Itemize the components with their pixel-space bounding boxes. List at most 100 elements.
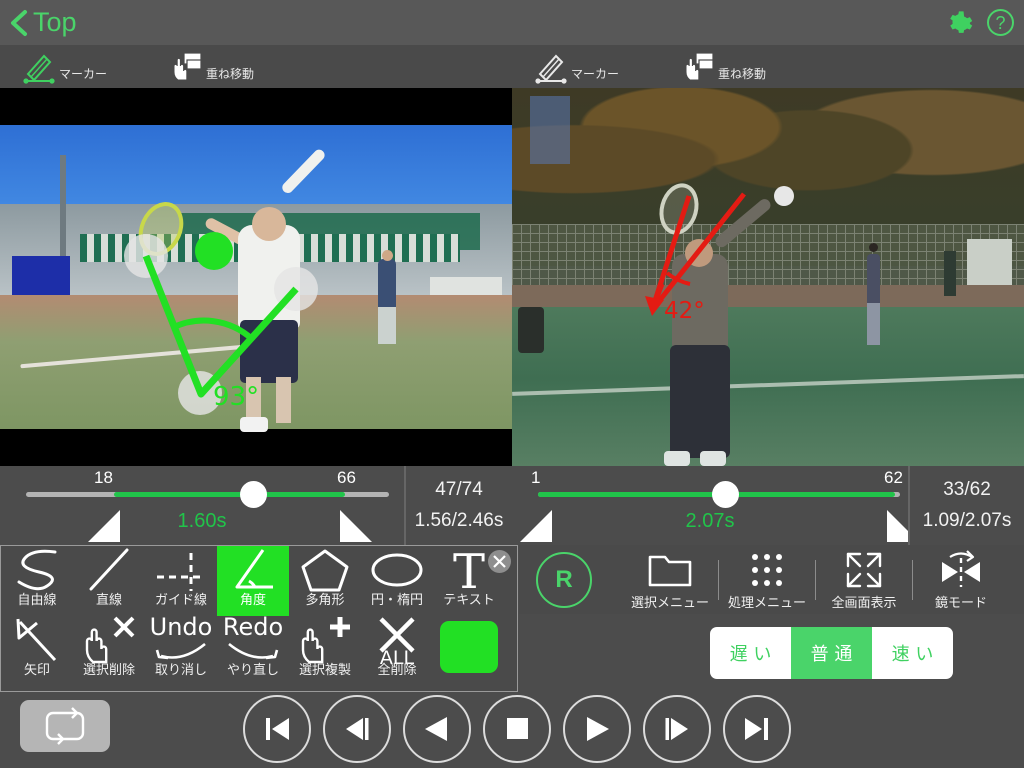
drawing-tool-palette: 自由線 直線 ガイド線 角度 多角形 円・楕円 T テキスト 矢印 選択削除 U… bbox=[0, 545, 518, 692]
speed-slow-button[interactable]: 遅 い bbox=[710, 627, 791, 679]
stop-icon bbox=[507, 718, 528, 739]
tool-freehand-line[interactable]: 自由線 bbox=[1, 546, 73, 616]
freehand-line-icon bbox=[17, 549, 57, 591]
side-indicator-badge[interactable]: R bbox=[536, 551, 592, 608]
left-mark-in-label: 18 bbox=[94, 468, 113, 487]
rewind-button[interactable] bbox=[403, 695, 471, 763]
tool-text-label: テキスト bbox=[443, 593, 495, 608]
tool-redo[interactable]: Redo やり直し bbox=[217, 614, 289, 686]
fullscreen-button[interactable]: 全画面表示 bbox=[816, 545, 912, 614]
straight-line-icon bbox=[89, 548, 129, 591]
guide-line-icon bbox=[157, 553, 205, 591]
tool-delete-selection-label: 選択削除 bbox=[82, 663, 135, 678]
back-to-top-button[interactable]: Top bbox=[8, 8, 77, 38]
process-menu-label: 処理メニュー bbox=[727, 595, 806, 611]
step-forward-button[interactable] bbox=[643, 695, 711, 763]
text-icon: T bbox=[453, 547, 485, 593]
chevron-left-icon bbox=[11, 9, 27, 36]
left-current-time: 1.60s bbox=[177, 510, 227, 532]
right-current-time: 2.07s bbox=[685, 510, 735, 532]
right-video-panel[interactable]: 42° bbox=[512, 88, 1024, 466]
skip-to-start-button[interactable] bbox=[243, 695, 311, 763]
left-mark-out-label: 66 bbox=[337, 468, 356, 487]
left-overlay-move-label: 重ね移動 bbox=[206, 66, 255, 81]
left-time-readout-box: 47/74 1.56/2.46s bbox=[404, 466, 512, 545]
tool-undo[interactable]: Undo 取り消し bbox=[145, 614, 217, 686]
navbar-right-group: ? bbox=[945, 0, 1014, 45]
play-button[interactable] bbox=[563, 695, 631, 763]
tool-arrow-label: 矢印 bbox=[23, 663, 50, 678]
step-back-button[interactable] bbox=[323, 695, 391, 763]
close-icon bbox=[493, 555, 506, 568]
left-seek-knob[interactable] bbox=[240, 481, 267, 508]
tool-undo-label: 取り消し bbox=[154, 663, 207, 678]
right-mark-out-label: 62 bbox=[884, 468, 903, 487]
delete-selection-icon bbox=[85, 616, 135, 664]
skip-to-end-button[interactable] bbox=[723, 695, 791, 763]
rewind-icon bbox=[425, 717, 447, 741]
left-seek-area: 18 66 1.60s bbox=[0, 466, 404, 545]
left-overlay-move-tool[interactable]: 重ね移動 bbox=[169, 50, 254, 84]
right-time-counter: 1.09/2.07s bbox=[922, 510, 1012, 531]
palette-close-button[interactable] bbox=[488, 550, 511, 573]
tool-straight-line[interactable]: 直線 bbox=[73, 546, 145, 616]
hand-drag-layers-icon bbox=[173, 51, 202, 80]
help-button[interactable]: ? bbox=[987, 9, 1014, 36]
transport-buttons bbox=[243, 695, 791, 763]
select-menu-label: 選択メニュー bbox=[630, 595, 709, 611]
select-menu-button[interactable]: 選択メニュー bbox=[622, 545, 718, 614]
tool-duplicate-selection[interactable]: 選択複製 bbox=[289, 616, 361, 686]
left-seek-fill bbox=[114, 492, 345, 497]
loop-icon bbox=[45, 707, 85, 745]
left-video-panel[interactable]: 93° bbox=[0, 88, 512, 466]
skip-end-icon bbox=[745, 718, 768, 740]
hand-drag-layers-icon bbox=[685, 51, 714, 80]
angle-icon bbox=[235, 549, 273, 589]
undo-icon: Undo bbox=[150, 614, 213, 660]
right-seek-row: 1 62 2.07s 33/62 1.09/2.07s bbox=[512, 466, 1024, 545]
left-marker-tool[interactable]: マーカー bbox=[22, 50, 107, 84]
mirror-mode-button[interactable]: 鏡モード bbox=[913, 545, 1009, 614]
speed-normal-button[interactable]: 普 通 bbox=[791, 627, 872, 679]
palette-row-1: 自由線 直線 ガイド線 角度 多角形 円・楕円 T テキスト bbox=[1, 546, 517, 616]
loop-button[interactable] bbox=[20, 700, 110, 752]
duplicate-selection-icon bbox=[301, 617, 350, 664]
left-time-counter: 1.56/2.46s bbox=[414, 510, 504, 531]
tool-ellipse-label: 円・楕円 bbox=[370, 593, 423, 608]
tool-delete-all[interactable]: ALL 全削除 bbox=[361, 616, 433, 686]
delete-all-icon: ALL bbox=[379, 617, 415, 666]
skip-start-icon bbox=[266, 718, 289, 740]
marker-pen-icon bbox=[535, 54, 567, 84]
tool-redo-label: やり直し bbox=[226, 663, 279, 678]
tool-straight-line-label: 直線 bbox=[95, 593, 122, 608]
tool-polygon[interactable]: 多角形 bbox=[289, 546, 361, 616]
right-overlay-move-tool[interactable]: 重ね移動 bbox=[681, 50, 766, 84]
playback-bar bbox=[0, 692, 1024, 768]
gear-icon[interactable] bbox=[945, 9, 973, 37]
tool-guide-line[interactable]: ガイド線 bbox=[145, 546, 217, 616]
mirror-mode-icon bbox=[942, 549, 980, 587]
tool-delete-selection[interactable]: 選択削除 bbox=[73, 616, 145, 686]
app-root: Top ? マーカー 重ね移動 マーカー 重ね移動 93° 42° 18 66 … bbox=[0, 0, 1024, 768]
palette-row-2: 矢印 選択削除 Undo 取り消し Redo やり直し 選択複製 ALL 全削除 bbox=[1, 614, 517, 686]
right-time-readout-box: 33/62 1.09/2.07s bbox=[908, 466, 1024, 545]
right-seek-knob[interactable] bbox=[712, 481, 739, 508]
ellipse-icon bbox=[371, 553, 423, 587]
svg-text:T: T bbox=[453, 547, 485, 593]
process-menu-button[interactable]: 処理メニュー bbox=[719, 545, 815, 614]
left-video-image bbox=[0, 125, 512, 433]
stop-button[interactable] bbox=[483, 695, 551, 763]
step-back-icon bbox=[346, 718, 369, 740]
color-swatch-button[interactable] bbox=[433, 616, 505, 686]
tool-freehand-line-label: 自由線 bbox=[17, 593, 57, 608]
tool-ellipse[interactable]: 円・楕円 bbox=[361, 546, 433, 616]
speed-control-row: 遅 い 普 通 速 い bbox=[519, 614, 1024, 692]
tool-duplicate-selection-label: 選択複製 bbox=[298, 663, 351, 678]
marker-pen-icon bbox=[23, 54, 55, 84]
tool-arrow[interactable]: 矢印 bbox=[1, 616, 73, 686]
right-frame-counter: 33/62 bbox=[943, 479, 991, 500]
svg-text:Undo: Undo bbox=[150, 614, 213, 641]
right-marker-tool[interactable]: マーカー bbox=[534, 50, 619, 84]
speed-fast-button[interactable]: 速 い bbox=[872, 627, 953, 679]
tool-angle[interactable]: 角度 bbox=[217, 546, 289, 616]
